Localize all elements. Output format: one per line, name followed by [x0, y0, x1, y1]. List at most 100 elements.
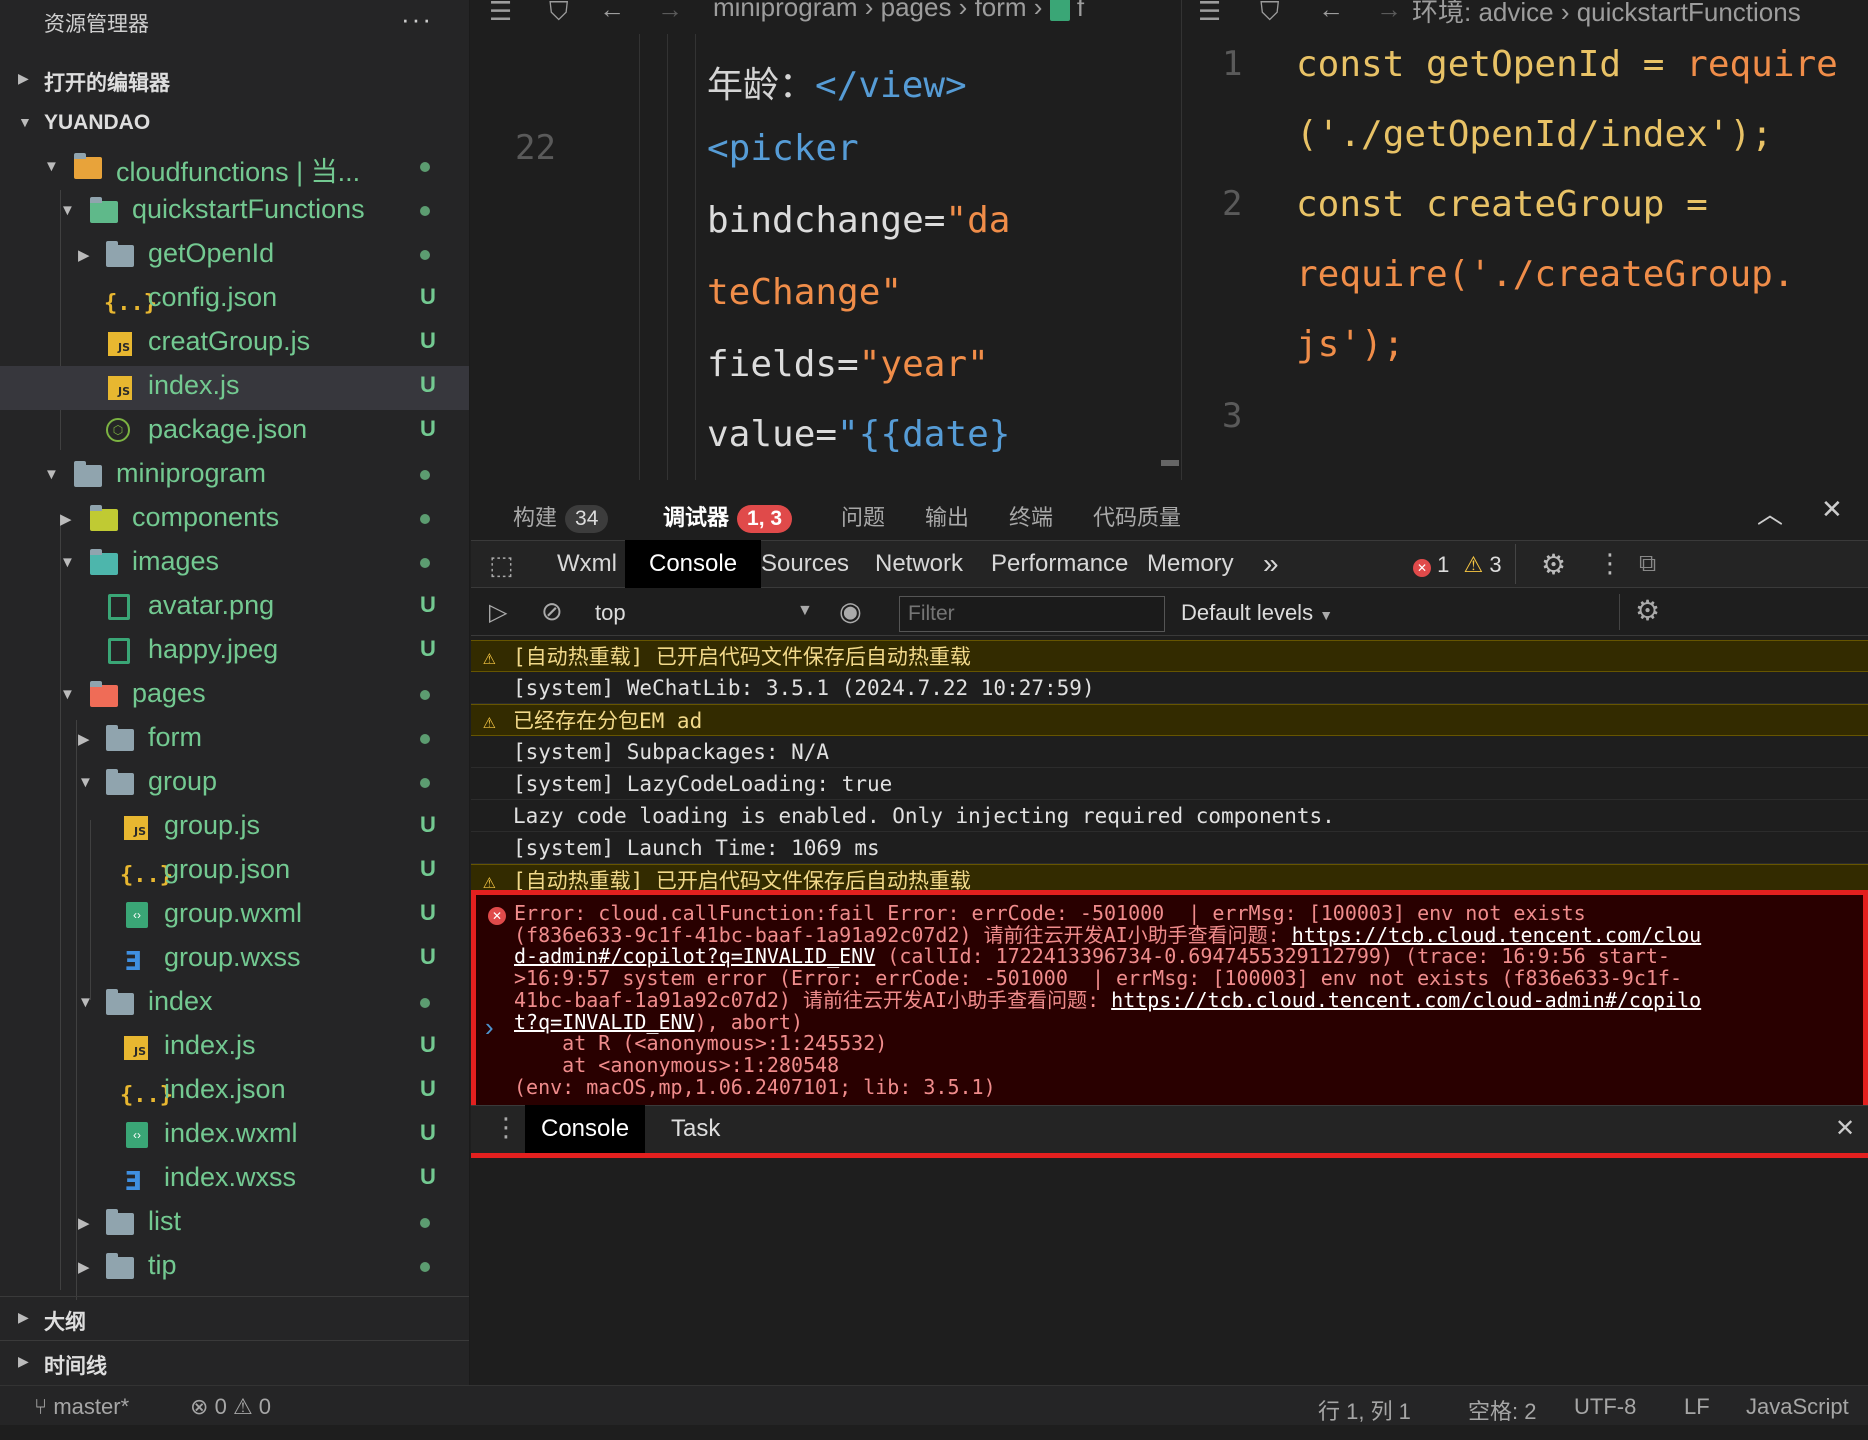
tree-item-index-js-selected[interactable]: JS index.js U — [0, 366, 469, 410]
breadcrumb-item[interactable]: f — [1077, 0, 1084, 22]
tree-item-index-folder[interactable]: ▼ index — [0, 982, 469, 1026]
console-settings-icon[interactable]: ⚙ — [1635, 594, 1660, 627]
copilot-link[interactable]: t?q=INVALID_ENV — [514, 1010, 695, 1034]
chevron-down-icon[interactable]: ▼ — [797, 602, 813, 620]
tree-item-index-wxss[interactable]: Ǝ index.wxss U — [0, 1158, 469, 1202]
tree-item-index-json[interactable]: {..} index.json U — [0, 1070, 469, 1114]
timeline-section[interactable]: ▶ 时间线 — [0, 1340, 469, 1384]
context-selector[interactable]: top — [595, 600, 626, 626]
copilot-link[interactable]: https://tcb.cloud.tencent.com/clou — [1292, 923, 1701, 947]
tree-item-images[interactable]: ▼ images — [0, 542, 469, 586]
encoding[interactable]: UTF-8 — [1574, 1394, 1636, 1420]
console-log: Lazy code loading is enabled. Only injec… — [471, 800, 1868, 832]
list-icon[interactable]: ☰ — [1198, 0, 1221, 27]
more-actions-icon[interactable]: ··· — [401, 4, 433, 35]
copilot-link[interactable]: https://tcb.cloud.tencent.com/cloud-admi… — [1111, 988, 1701, 1012]
eol[interactable]: LF — [1684, 1394, 1710, 1420]
window-bottom-edge — [0, 1425, 1868, 1440]
tree-item-package-json[interactable]: ⬡ package.json U — [0, 410, 469, 454]
sidebar-toggle-icon[interactable]: ▷ — [489, 598, 507, 627]
tree-item-group-wxss[interactable]: Ǝ group.wxss U — [0, 938, 469, 982]
bookmark-icon[interactable]: ⛉ — [1260, 0, 1280, 28]
back-icon[interactable]: ← — [1318, 0, 1344, 25]
folder-open-icon — [106, 769, 134, 798]
back-icon[interactable]: ← — [599, 0, 625, 25]
tab-sources[interactable]: Sources — [761, 540, 849, 588]
eye-icon[interactable]: ◉ — [839, 596, 862, 627]
settings-gear-icon[interactable]: ⚙ — [1541, 548, 1566, 581]
tab-console[interactable]: Console — [625, 540, 762, 588]
close-icon[interactable]: ✕ — [1821, 494, 1843, 525]
tree-item-group[interactable]: ▼ group — [0, 762, 469, 806]
filter-input[interactable] — [899, 596, 1165, 632]
bookmark-icon[interactable]: ⛉ — [549, 0, 569, 28]
close-drawer-icon[interactable]: ✕ — [1835, 1114, 1855, 1143]
tab-build[interactable]: 构建 34 — [513, 500, 609, 533]
tree-item-quickstartfunctions[interactable]: ▼ quickstartFunctions — [0, 190, 469, 234]
tree-item-cloudfunctions[interactable]: ▼ cloudfunctions | 当... — [0, 146, 469, 190]
open-editors-section[interactable]: ▶ 打开的编辑器 — [0, 58, 469, 102]
tree-item-index-wxml[interactable]: ‹› index.wxml U — [0, 1114, 469, 1158]
error-counter[interactable]: ✕ 1 ⚠ 3 — [1413, 552, 1502, 578]
drawer-tab-console[interactable]: Console — [525, 1105, 646, 1153]
editor-right[interactable]: ☰ ⛉ ← → 环境: advice › quickstartFunctions… — [1181, 0, 1868, 480]
forward-icon[interactable]: → — [1376, 0, 1402, 25]
tab-performance[interactable]: Performance — [991, 540, 1128, 588]
console-prompt-icon[interactable]: › — [485, 1012, 494, 1043]
project-section[interactable]: ▼ YUANDAO — [0, 102, 469, 146]
drawer-tab-task[interactable]: Task — [671, 1105, 720, 1153]
breadcrumb-item[interactable]: quickstartFunctions — [1577, 0, 1801, 27]
chevron-right-icon: ▶ — [18, 1353, 29, 1369]
problems-indicator[interactable]: ⊗ 0 ⚠ 0 — [190, 1394, 271, 1420]
tab-output[interactable]: 输出 — [925, 500, 969, 532]
tree-item-getopenid[interactable]: ▶ getOpenId — [0, 234, 469, 278]
tree-item-miniprogram[interactable]: ▼ miniprogram — [0, 454, 469, 498]
tree-item-config-json[interactable]: {..} config.json U — [0, 278, 469, 322]
scrollbar-thumb[interactable] — [1161, 460, 1179, 466]
divider — [1619, 594, 1620, 630]
forward-icon[interactable]: → — [657, 0, 683, 25]
drawer-menu-icon[interactable]: ⋮ — [493, 1112, 519, 1143]
copilot-link[interactable]: d-admin#/copilot?q=INVALID_ENV — [514, 944, 875, 968]
tree-item-pages[interactable]: ▼ pages — [0, 674, 469, 718]
tab-network[interactable]: Network — [875, 540, 963, 588]
tree-item-tip[interactable]: ▶ tip — [0, 1246, 469, 1290]
tab-memory[interactable]: Memory — [1147, 540, 1234, 588]
tree-item-components[interactable]: ▶ components — [0, 498, 469, 542]
tab-debugger[interactable]: 调试器 1, 3 — [663, 500, 793, 533]
tab-problems[interactable]: 问题 — [841, 500, 885, 532]
tree-item-group-wxml[interactable]: ‹› group.wxml U — [0, 894, 469, 938]
breadcrumb-item[interactable]: pages — [881, 0, 952, 22]
tree-item-pages-index-js[interactable]: JS index.js U — [0, 1026, 469, 1070]
cursor-position[interactable]: 行 1, 列 1 — [1318, 1394, 1411, 1426]
tree-item-group-json[interactable]: {..} group.json U — [0, 850, 469, 894]
tree-item-form[interactable]: ▶ form — [0, 718, 469, 762]
tab-wxml[interactable]: Wxml — [557, 540, 617, 588]
breadcrumb-item[interactable]: form — [975, 0, 1027, 22]
tab-code-quality[interactable]: 代码质量 — [1093, 500, 1181, 532]
levels-dropdown[interactable]: Default levels ▼ — [1181, 600, 1333, 626]
inspect-icon[interactable]: ⬚ — [489, 550, 514, 581]
tree-item-list[interactable]: ▶ list — [0, 1202, 469, 1246]
tree-item-avatar-png[interactable]: avatar.png U — [0, 586, 469, 630]
kebab-menu-icon[interactable]: ⋮ — [1597, 548, 1623, 579]
tree-item-group-js[interactable]: JS group.js U — [0, 806, 469, 850]
breadcrumb-item[interactable]: 环境: advice — [1412, 0, 1554, 27]
editor-left[interactable]: ☰ ⛉ ← → miniprogram › pages › form › f 2… — [471, 0, 1181, 480]
console-log: [system] Launch Time: 1069 ms — [471, 832, 1868, 864]
clear-console-icon[interactable]: ⊘ — [541, 596, 563, 627]
tree-item-happy-jpeg[interactable]: happy.jpeg U — [0, 630, 469, 674]
tree-item-creatgroup-js[interactable]: JS creatGroup.js U — [0, 322, 469, 366]
list-icon[interactable]: ☰ — [489, 0, 512, 27]
folder-icon — [106, 1253, 134, 1282]
indentation[interactable]: 空格: 2 — [1468, 1394, 1536, 1426]
language-mode[interactable]: JavaScript — [1746, 1394, 1849, 1420]
chevron-up-icon[interactable]: ︿ — [1757, 494, 1783, 531]
outline-section[interactable]: ▶ 大纲 — [0, 1296, 469, 1340]
js-file-icon: JS — [108, 374, 136, 402]
dock-icon[interactable]: ⧉ — [1639, 550, 1656, 578]
more-tabs-icon[interactable]: » — [1263, 540, 1279, 588]
git-branch[interactable]: ⑂ master* — [34, 1394, 129, 1420]
tab-terminal[interactable]: 终端 — [1009, 500, 1053, 532]
breadcrumb-item[interactable]: miniprogram — [713, 0, 858, 22]
